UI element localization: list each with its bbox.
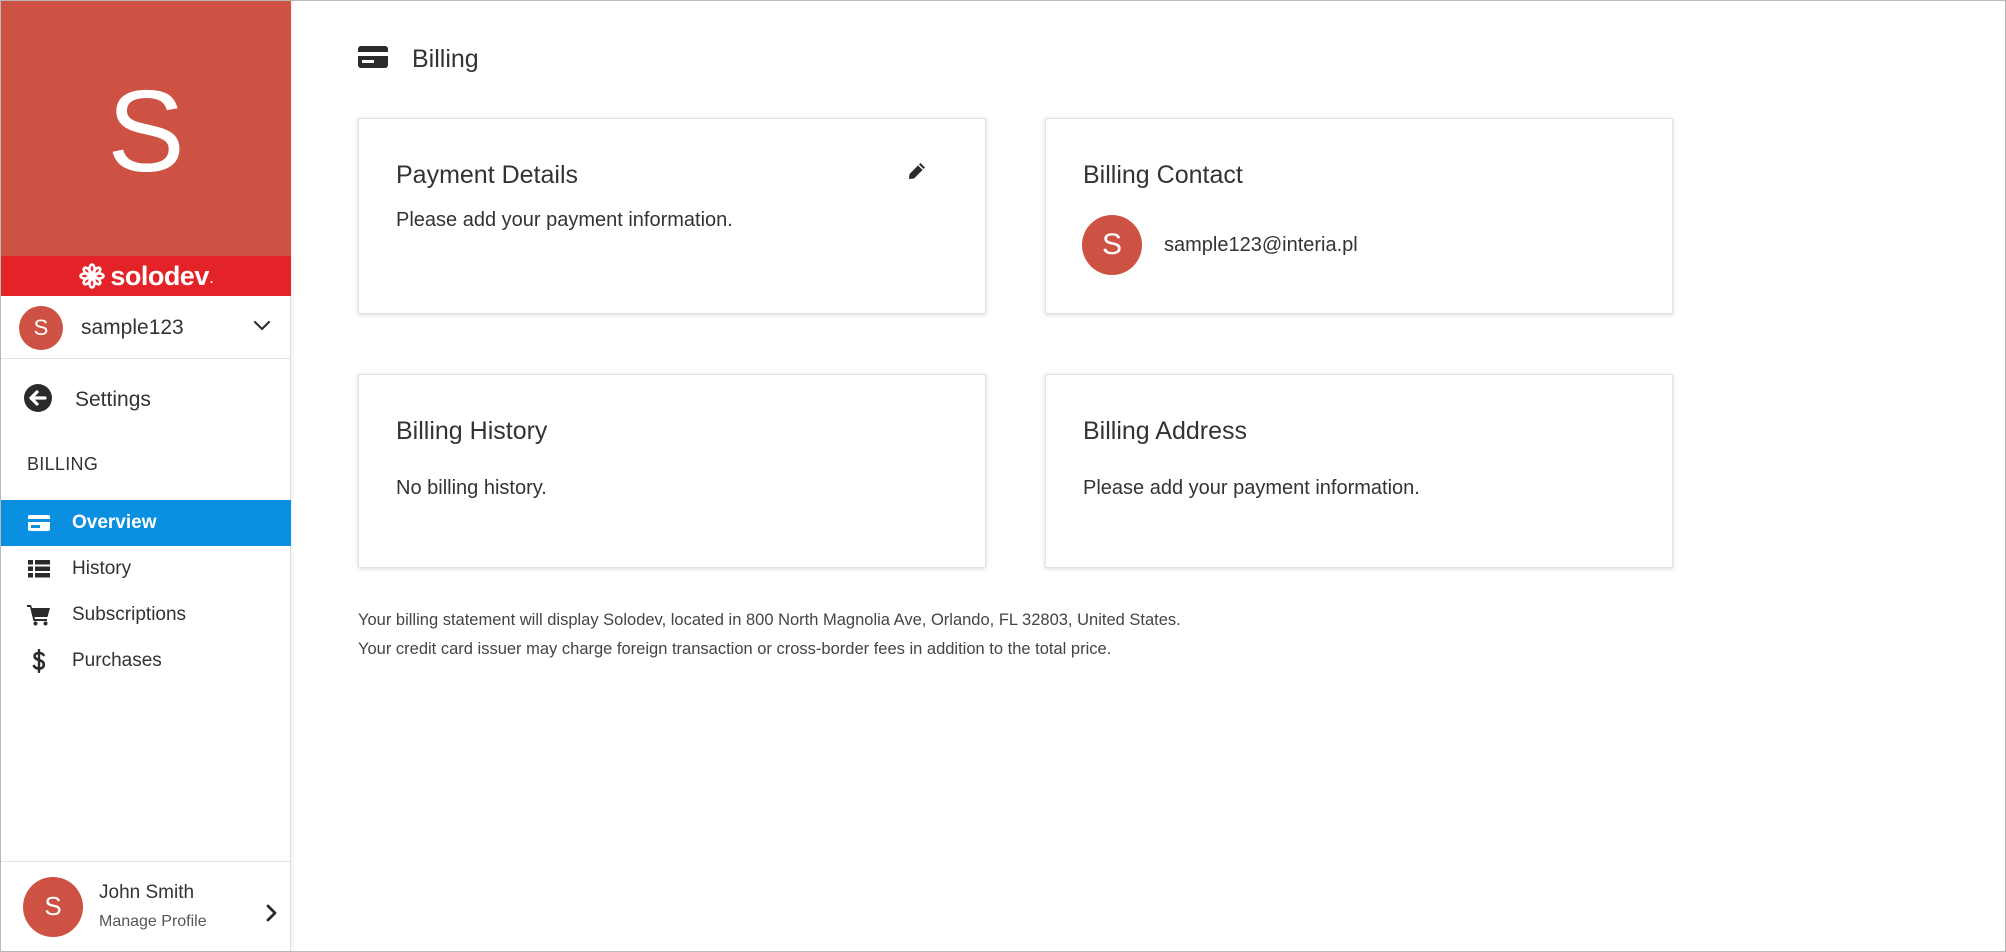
card-title: Billing History <box>396 417 548 445</box>
settings-label: Settings <box>75 388 151 411</box>
brand-logo: solodev. <box>1 256 291 296</box>
billing-nav: Overview History Subscriptions Purchases <box>1 500 291 684</box>
billing-contact-card: Billing Contact S sample123@interia.pl <box>1045 118 1673 314</box>
avatar: S <box>19 305 63 350</box>
billing-footnote: Your billing statement will display Solo… <box>358 606 1181 664</box>
sidebar: S solodev. S sample123 Settings BILLING … <box>1 1 291 951</box>
card-text: Please add your payment information. <box>1083 477 1420 499</box>
manage-profile-link[interactable]: Manage Profile <box>99 913 207 931</box>
credit-card-icon <box>27 514 51 532</box>
account-hero: S <box>1 1 291 256</box>
card-title: Billing Contact <box>1083 161 1243 189</box>
contact-row: S sample123@interia.pl <box>1082 215 1358 275</box>
credit-card-icon <box>358 46 388 73</box>
card-text: Please add your payment information. <box>396 209 733 231</box>
footnote-line: Your billing statement will display Solo… <box>358 611 1181 629</box>
list-icon <box>27 560 51 578</box>
billing-address-card: Billing Address Please add your payment … <box>1045 374 1673 568</box>
dollar-icon <box>27 649 51 673</box>
hero-initial: S <box>107 66 185 196</box>
card-title: Payment Details <box>396 161 579 189</box>
chevron-right-icon[interactable] <box>265 904 277 927</box>
brand-dot: . <box>209 272 213 286</box>
profile-name: John Smith <box>99 882 195 903</box>
card-title: Billing Address <box>1083 417 1247 445</box>
account-name: sample123 <box>81 315 184 339</box>
flower-icon <box>79 263 106 289</box>
main-content: Billing Payment Details Please add your … <box>292 1 2005 951</box>
avatar: S <box>1082 215 1142 275</box>
avatar: S <box>23 876 83 937</box>
sidebar-item-label: Subscriptions <box>72 604 187 625</box>
footnote-line: Your credit card issuer may charge forei… <box>358 640 1112 658</box>
billing-section-title: BILLING <box>27 454 99 474</box>
page-header: Billing <box>358 45 479 74</box>
shopping-cart-icon <box>27 604 51 626</box>
billing-history-card: Billing History No billing history. <box>358 374 986 568</box>
settings-back-link[interactable]: Settings <box>1 377 291 423</box>
account-switcher[interactable]: S sample123 <box>1 297 291 359</box>
brand-name: solodev <box>110 260 209 291</box>
profile-menu[interactable]: S John Smith Manage Profile <box>1 861 291 951</box>
sidebar-item-label: Overview <box>72 512 157 533</box>
sidebar-item-label: History <box>72 558 132 579</box>
sidebar-item-overview[interactable]: Overview <box>1 500 291 546</box>
payment-details-card: Payment Details Please add your payment … <box>358 118 986 314</box>
sidebar-item-history[interactable]: History <box>1 546 291 592</box>
page-title: Billing <box>412 45 479 73</box>
contact-email: sample123@interia.pl <box>1164 233 1358 256</box>
pencil-icon[interactable] <box>907 161 927 186</box>
chevron-down-icon[interactable] <box>253 319 271 337</box>
sidebar-item-purchases[interactable]: Purchases <box>1 638 291 684</box>
arrow-circle-left-icon <box>23 383 53 418</box>
card-text: No billing history. <box>396 477 547 499</box>
sidebar-item-subscriptions[interactable]: Subscriptions <box>1 592 291 638</box>
sidebar-item-label: Purchases <box>72 650 162 671</box>
